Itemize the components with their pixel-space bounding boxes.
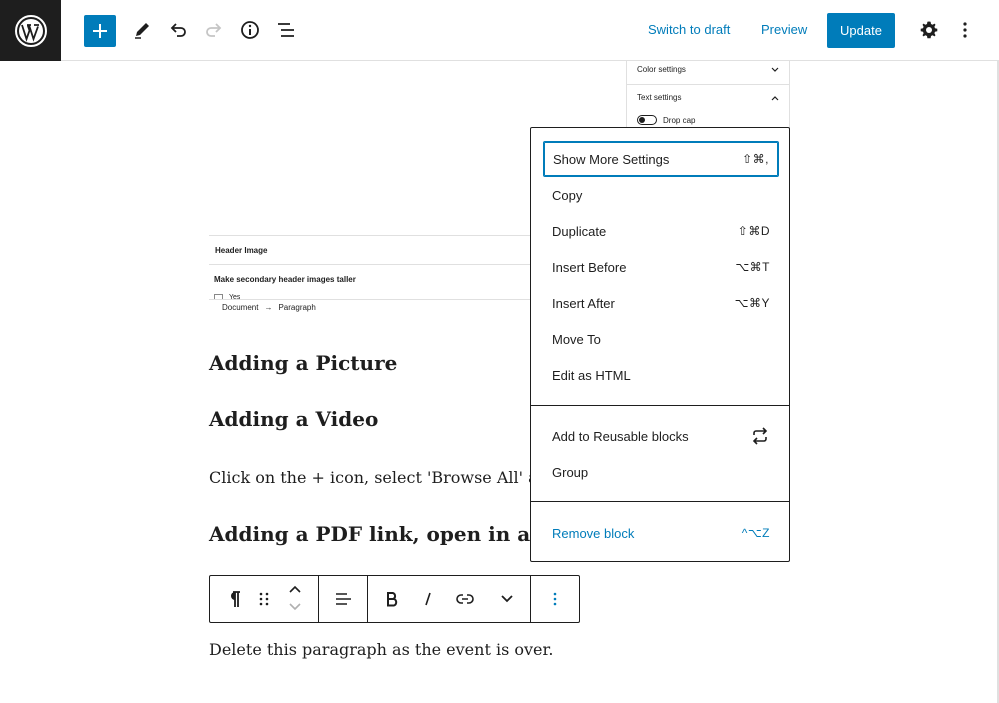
details-button[interactable]: [235, 15, 265, 45]
drop-cap-row: Drop cap: [637, 115, 779, 125]
chevron-down-icon: [771, 67, 779, 72]
drop-cap-toggle: [637, 115, 657, 125]
add-block-button[interactable]: [84, 15, 116, 47]
shortcut-label: ⇧⌘,: [742, 152, 769, 166]
wordpress-logo[interactable]: [0, 0, 61, 61]
shortcut-label: ⌥⌘T: [735, 260, 770, 274]
wordpress-icon: [14, 14, 47, 47]
chevron-up-icon: [289, 585, 301, 593]
menu-item-label: Remove block: [552, 525, 635, 541]
menu-item-label: Show More Settings: [553, 151, 670, 167]
move-up-button[interactable]: [281, 580, 309, 598]
editor-header: Switch to draft Preview Update: [0, 0, 999, 61]
reusable-block-icon: [752, 427, 768, 445]
block-options-button[interactable]: [541, 585, 569, 613]
list-view-icon: [278, 23, 294, 37]
preview-button[interactable]: Preview: [761, 22, 807, 37]
pencil-icon: [135, 23, 149, 39]
block-toolbar: [209, 575, 580, 623]
bold-icon: [387, 592, 398, 607]
embedded-header-image: Header Image Make secondary header image…: [209, 234, 531, 314]
list-view-button[interactable]: [271, 15, 301, 45]
embedded-settings-image: Color settings Text settings Drop cap: [626, 61, 790, 129]
menu-item-label: Insert Before: [552, 259, 627, 275]
move-down-button[interactable]: [281, 598, 309, 616]
align-button[interactable]: [329, 585, 357, 613]
update-button[interactable]: Update: [827, 13, 895, 48]
chevron-down-icon: [501, 595, 513, 603]
options-button[interactable]: [950, 15, 980, 45]
breadcrumb-document: Document: [222, 303, 259, 312]
pilcrow-icon: [231, 591, 240, 607]
menu-item-label: Add to Reusable blocks: [552, 428, 689, 444]
italic-icon: [425, 592, 431, 606]
breadcrumb: Document → Paragraph: [222, 303, 316, 312]
more-vertical-icon: [553, 592, 557, 606]
menu-item-group[interactable]: Group: [543, 454, 779, 490]
chevron-up-icon: [771, 95, 779, 100]
color-settings-row: Color settings: [637, 65, 779, 74]
drag-handle-icon: [259, 592, 269, 606]
make-taller-label: Make secondary header images taller: [214, 275, 356, 284]
text-settings-row: Text settings: [637, 93, 779, 102]
drag-handle[interactable]: [250, 585, 278, 613]
heading-adding-picture[interactable]: Adding a Picture: [209, 351, 397, 375]
paragraph-click-icon[interactable]: Click on the + icon, select 'Browse All'…: [209, 468, 566, 487]
menu-item-label: Group: [552, 464, 589, 480]
info-icon: [241, 21, 259, 39]
gear-icon: [920, 21, 938, 39]
color-settings-label: Color settings: [637, 65, 686, 74]
redo-icon: [206, 23, 222, 37]
undo-icon: [170, 23, 186, 37]
redo-button[interactable]: [199, 15, 229, 45]
switch-to-draft-button[interactable]: Switch to draft: [648, 22, 730, 37]
menu-item-show-more-settings[interactable]: Show More Settings ⇧⌘,: [543, 141, 779, 177]
menu-item-move-to[interactable]: Move To: [543, 321, 779, 357]
shortcut-label: ^⌥Z: [741, 526, 770, 540]
menu-item-label: Duplicate: [552, 223, 607, 239]
menu-item-duplicate[interactable]: Duplicate ⇧⌘D: [543, 213, 779, 249]
menu-divider: [531, 501, 789, 502]
chevron-down-icon: [289, 603, 301, 611]
menu-divider: [531, 405, 789, 406]
paragraph-delete[interactable]: Delete this paragraph as the event is ov…: [209, 640, 554, 659]
align-left-icon: [336, 593, 351, 605]
more-rich-text-button[interactable]: [493, 585, 521, 613]
block-options-menu: Show More Settings ⇧⌘, Copy Duplicate ⇧⌘…: [530, 127, 790, 562]
paragraph-block-type-button[interactable]: [220, 585, 248, 613]
plus-icon: [93, 24, 107, 38]
link-button[interactable]: [451, 585, 479, 613]
menu-item-edit-as-html[interactable]: Edit as HTML: [543, 357, 779, 393]
text-settings-label: Text settings: [637, 93, 682, 102]
breadcrumb-arrow: →: [264, 303, 273, 312]
menu-item-insert-after[interactable]: Insert After ⌥⌘Y: [543, 285, 779, 321]
edit-tools-button[interactable]: [127, 15, 157, 45]
undo-button[interactable]: [163, 15, 193, 45]
menu-item-insert-before[interactable]: Insert Before ⌥⌘T: [543, 249, 779, 285]
heading-adding-video[interactable]: Adding a Video: [209, 407, 378, 431]
menu-item-label: Copy: [552, 187, 583, 203]
menu-item-copy[interactable]: Copy: [543, 177, 779, 213]
italic-button[interactable]: [414, 585, 442, 613]
link-icon: [456, 594, 474, 604]
bold-button[interactable]: [378, 585, 406, 613]
menu-item-remove-block[interactable]: Remove block ^⌥Z: [543, 515, 779, 551]
menu-item-label: Move To: [552, 331, 601, 347]
heading-adding-pdf[interactable]: Adding a PDF link, open in a nev: [209, 522, 576, 546]
settings-button[interactable]: [914, 15, 944, 45]
menu-item-label: Edit as HTML: [552, 367, 631, 383]
header-image-label: Header Image: [215, 246, 268, 255]
menu-item-add-to-reusable[interactable]: Add to Reusable blocks: [543, 418, 779, 454]
menu-item-label: Insert After: [552, 295, 615, 311]
drop-cap-label: Drop cap: [663, 115, 696, 125]
shortcut-label: ⌥⌘Y: [734, 296, 770, 310]
more-vertical-icon: [963, 22, 967, 38]
breadcrumb-paragraph: Paragraph: [278, 303, 316, 312]
shortcut-label: ⇧⌘D: [737, 224, 770, 238]
